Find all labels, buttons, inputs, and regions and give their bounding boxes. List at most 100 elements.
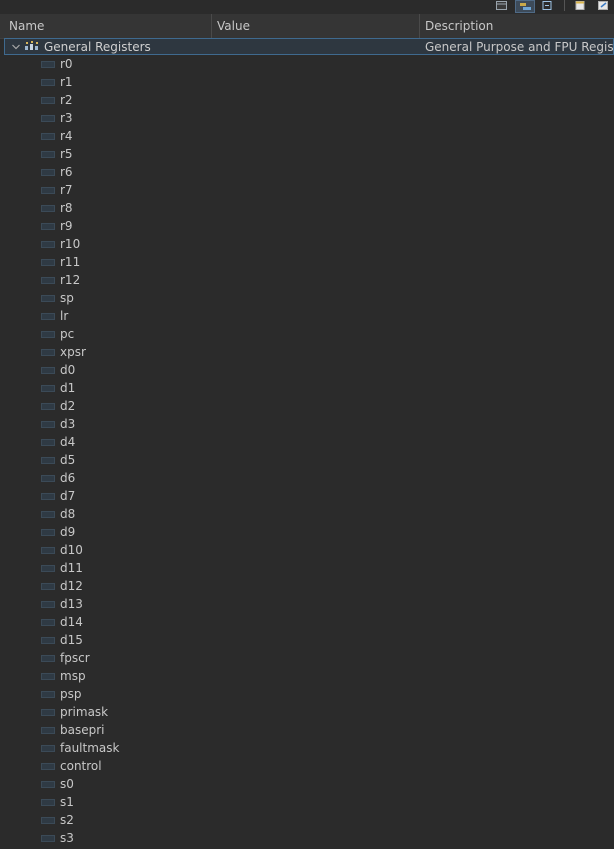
register-icon (41, 223, 55, 230)
layout-button[interactable] (492, 0, 512, 13)
register-row[interactable]: s1 (0, 793, 614, 811)
register-row[interactable]: r1 (0, 73, 614, 91)
register-icon (41, 529, 55, 536)
register-row[interactable]: s0 (0, 775, 614, 793)
register-row[interactable]: r8 (0, 199, 614, 217)
register-row[interactable]: d2 (0, 397, 614, 415)
register-icon (41, 79, 55, 86)
register-row[interactable]: r12 (0, 271, 614, 289)
register-name: s1 (60, 795, 74, 809)
register-icon (41, 115, 55, 122)
register-name: d5 (60, 453, 76, 467)
register-name: r7 (60, 183, 73, 197)
register-name: d11 (60, 561, 83, 575)
register-icon (41, 727, 55, 734)
register-name: control (60, 759, 102, 773)
description-column-header[interactable]: Description (420, 14, 614, 38)
register-name: d0 (60, 363, 76, 377)
register-name: d1 (60, 381, 76, 395)
register-row[interactable]: faultmask (0, 739, 614, 757)
register-row[interactable]: r4 (0, 127, 614, 145)
register-row[interactable]: r7 (0, 181, 614, 199)
copy-icon (575, 1, 585, 10)
register-row[interactable]: d13 (0, 595, 614, 613)
register-row[interactable]: r3 (0, 109, 614, 127)
name-column-header[interactable]: Name (0, 14, 212, 38)
register-icon (41, 637, 55, 644)
register-row[interactable]: pc (0, 325, 614, 343)
export-button[interactable] (594, 0, 614, 13)
register-icon (41, 133, 55, 140)
register-name: d6 (60, 471, 76, 485)
chevron-down-icon[interactable] (11, 39, 21, 54)
register-group-name: General Registers (44, 40, 151, 54)
register-row[interactable]: d15 (0, 631, 614, 649)
register-row[interactable]: xpsr (0, 343, 614, 361)
register-icon (41, 493, 55, 500)
column-header: Name Value Description (0, 14, 614, 39)
collapse-all-button[interactable] (538, 0, 558, 13)
register-row[interactable]: d12 (0, 577, 614, 595)
register-row[interactable]: d4 (0, 433, 614, 451)
register-name: psp (60, 687, 82, 701)
register-name: d4 (60, 435, 76, 449)
register-icon (41, 97, 55, 104)
register-row[interactable]: d5 (0, 451, 614, 469)
register-icon (41, 475, 55, 482)
register-row[interactable]: psp (0, 685, 614, 703)
register-row[interactable]: sp (0, 289, 614, 307)
register-row[interactable]: control (0, 757, 614, 775)
register-row[interactable]: s2 (0, 811, 614, 829)
register-row[interactable]: d7 (0, 487, 614, 505)
export-icon (598, 1, 608, 10)
register-name: primask (60, 705, 109, 719)
register-row[interactable]: r5 (0, 145, 614, 163)
register-row[interactable]: r9 (0, 217, 614, 235)
copy-button[interactable] (571, 0, 591, 13)
register-name: d2 (60, 399, 76, 413)
register-icon (41, 709, 55, 716)
registers-view: Name Value Description General Registers… (0, 0, 614, 849)
register-name: r2 (60, 93, 73, 107)
value-column-header[interactable]: Value (212, 14, 420, 38)
register-row[interactable]: lr (0, 307, 614, 325)
register-row[interactable]: r2 (0, 91, 614, 109)
register-name: d12 (60, 579, 83, 593)
register-group-row[interactable]: General Registers General Purpose and FP… (4, 38, 614, 55)
register-row[interactable]: r10 (0, 235, 614, 253)
register-row[interactable]: d8 (0, 505, 614, 523)
register-icon (41, 439, 55, 446)
register-icon (41, 619, 55, 626)
register-row[interactable]: d14 (0, 613, 614, 631)
register-row[interactable]: d1 (0, 379, 614, 397)
register-icon (41, 583, 55, 590)
register-icon (41, 511, 55, 518)
register-row[interactable]: d6 (0, 469, 614, 487)
register-name: lr (60, 309, 69, 323)
register-icon (41, 565, 55, 572)
register-row[interactable]: d11 (0, 559, 614, 577)
show-columns-button[interactable] (515, 0, 535, 13)
register-row[interactable]: d0 (0, 361, 614, 379)
register-row[interactable]: r11 (0, 253, 614, 271)
register-icon (41, 277, 55, 284)
register-row[interactable]: s3 (0, 829, 614, 847)
register-name: r9 (60, 219, 73, 233)
register-row[interactable]: basepri (0, 721, 614, 739)
register-row[interactable]: primask (0, 703, 614, 721)
register-row[interactable]: r6 (0, 163, 614, 181)
register-row[interactable]: d10 (0, 541, 614, 559)
register-name: d14 (60, 615, 83, 629)
register-row[interactable]: d3 (0, 415, 614, 433)
register-row[interactable]: r0 (0, 55, 614, 73)
register-icon (41, 61, 55, 68)
register-icon (41, 817, 55, 824)
register-row[interactable]: msp (0, 667, 614, 685)
register-name: s0 (60, 777, 74, 791)
register-row[interactable]: d9 (0, 523, 614, 541)
register-icon (41, 673, 55, 680)
register-icon (41, 655, 55, 662)
register-tree: General Registers General Purpose and FP… (0, 38, 614, 849)
register-icon (41, 241, 55, 248)
register-row[interactable]: fpscr (0, 649, 614, 667)
